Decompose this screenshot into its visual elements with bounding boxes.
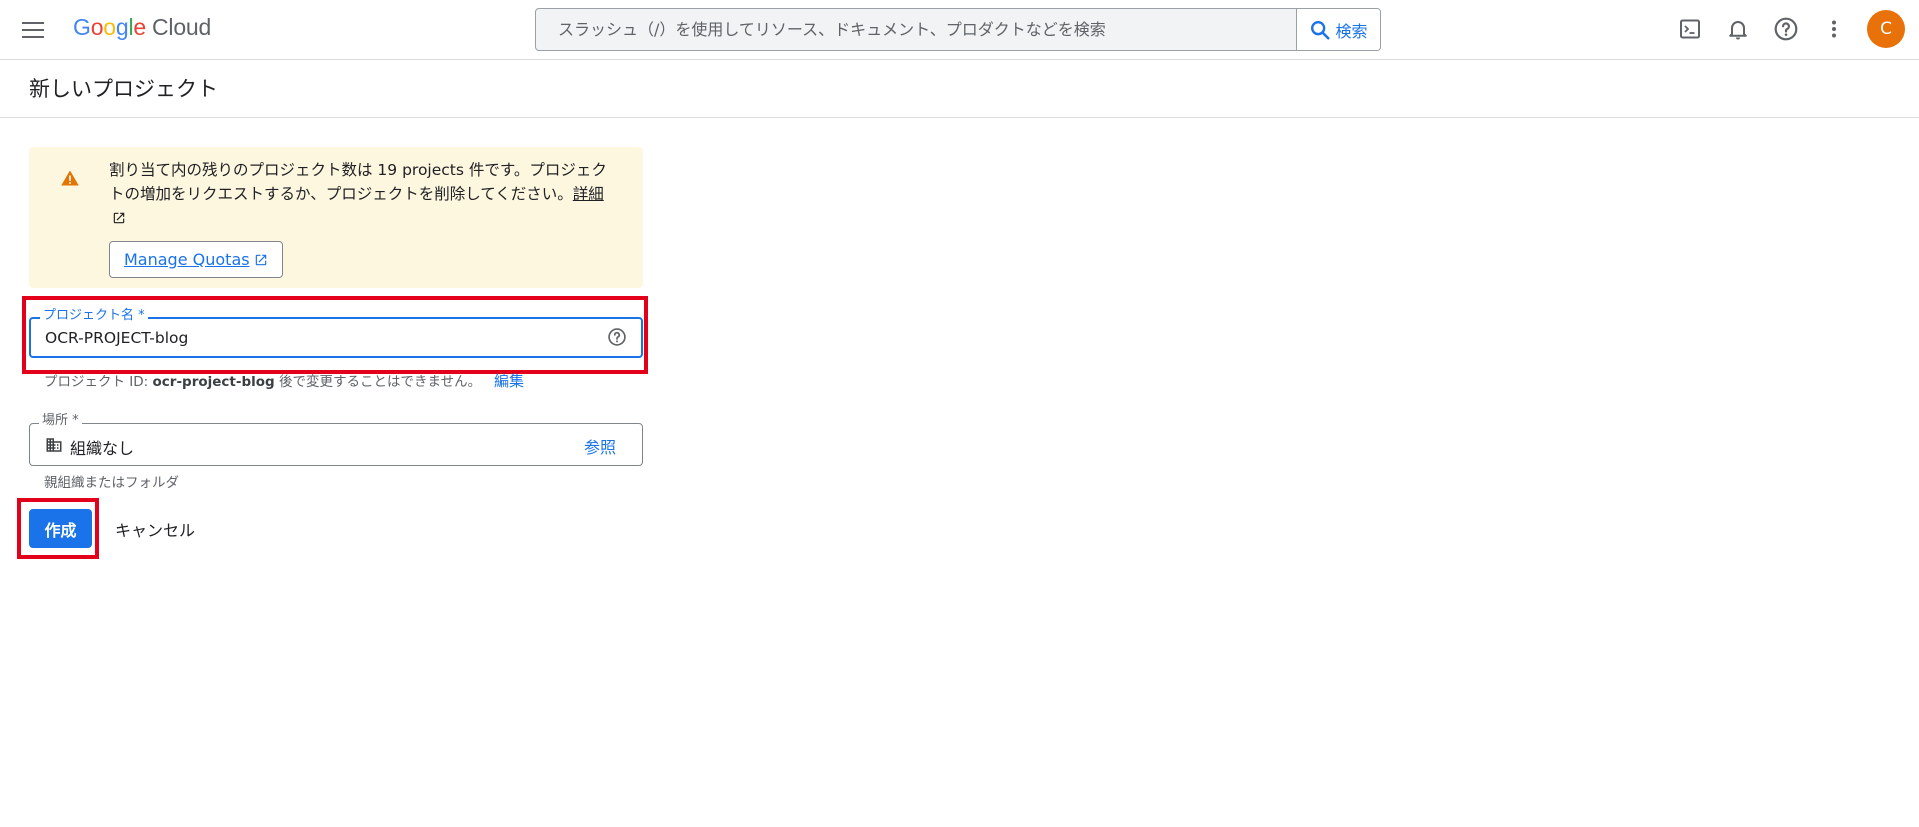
- top-bar: GoogleCloud 検索: [0, 0, 1919, 60]
- cancel-button[interactable]: キャンセル: [107, 509, 207, 548]
- warning-message: 割り当て内の残りのプロジェクト数は 19 projects 件です。プロジェクト…: [109, 158, 619, 230]
- page-title: 新しいプロジェクト: [29, 77, 218, 101]
- details-link[interactable]: 詳細: [573, 185, 604, 203]
- project-id-value: ocr-project-blog: [152, 374, 275, 390]
- help-icon[interactable]: [607, 327, 627, 347]
- warning-text: 割り当て内の残りのプロジェクト数は 19 projects 件です。プロジェクト…: [109, 161, 607, 203]
- location-hint: 親組織またはフォルダ: [44, 475, 179, 491]
- bell-icon[interactable]: [1719, 10, 1757, 48]
- page-header: 新しいプロジェクト: [0, 60, 1919, 118]
- search-icon: [1311, 20, 1331, 40]
- more-vert-icon[interactable]: [1815, 10, 1853, 48]
- external-link-icon: [113, 212, 125, 224]
- search-input[interactable]: [536, 9, 1296, 50]
- location-label: 場所 *: [39, 413, 82, 429]
- browse-button[interactable]: 参照: [584, 434, 616, 458]
- create-button[interactable]: 作成: [29, 509, 92, 548]
- search-button[interactable]: 検索: [1296, 9, 1380, 50]
- search-bar: 検索: [535, 8, 1381, 51]
- google-cloud-logo[interactable]: Google Cloud: [73, 14, 211, 44]
- search-button-label: 検索: [1335, 21, 1368, 41]
- warning-icon: [61, 170, 79, 186]
- help-icon[interactable]: [1767, 10, 1805, 48]
- location-value: 組織なし: [70, 439, 135, 458]
- project-name-input[interactable]: [43, 319, 583, 356]
- manage-quotas-button[interactable]: Manage Quotas: [109, 241, 283, 278]
- quota-warning-banner: 割り当て内の残りのプロジェクト数は 19 projects 件です。プロジェクト…: [29, 147, 643, 288]
- project-name-field: プロジェクト名 *: [29, 308, 643, 358]
- edit-project-id-link[interactable]: 編集: [494, 370, 524, 391]
- project-id-text: プロジェクト ID: ocr-project-blog 後で変更することはできま…: [44, 374, 482, 390]
- organization-icon: [46, 438, 62, 452]
- external-link-icon: [255, 254, 266, 265]
- avatar[interactable]: C: [1867, 10, 1905, 48]
- terminal-icon[interactable]: [1671, 10, 1709, 48]
- menu-icon[interactable]: [18, 16, 50, 44]
- location-field[interactable]: 場所 * 組織なし 参照: [29, 413, 643, 466]
- manage-quotas-label: Manage Quotas: [124, 250, 250, 269]
